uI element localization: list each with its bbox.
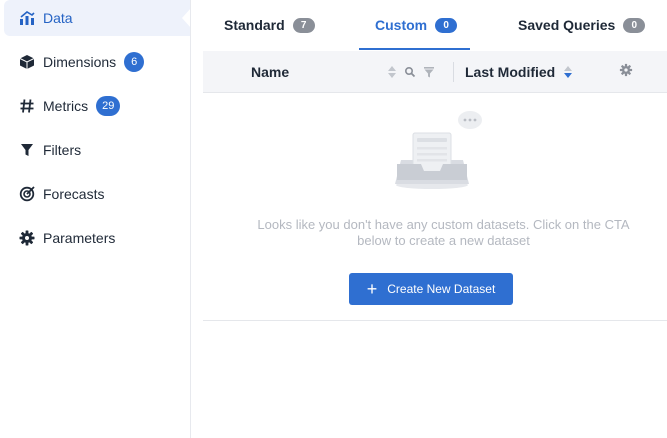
tab-label: Custom	[375, 17, 428, 33]
sidebar-item-metrics[interactable]: Metrics 29	[4, 88, 190, 124]
sidebar-item-label: Dimensions	[43, 54, 117, 70]
tab-standard[interactable]: Standard 7	[224, 0, 315, 50]
gear-icon	[19, 230, 35, 246]
search-icon[interactable]	[402, 64, 418, 80]
sidebar-item-data[interactable]: Data	[4, 0, 190, 36]
hash-icon	[19, 98, 35, 114]
filter-icon[interactable]	[421, 64, 437, 80]
create-new-dataset-button[interactable]: + Create New Dataset	[349, 273, 513, 305]
count-badge: 29	[96, 96, 121, 116]
sidebar-item-filters[interactable]: Filters	[4, 132, 190, 168]
filter-icon	[19, 142, 35, 158]
table-header: Name Last Modified	[203, 51, 667, 93]
sidebar-item-dimensions[interactable]: Dimensions 6	[4, 44, 190, 80]
create-new-dataset-label: Create New Dataset	[387, 282, 496, 296]
count-badge: 6	[124, 52, 145, 72]
column-header-last-modified[interactable]: Last Modified	[465, 51, 555, 93]
cube-icon	[19, 54, 35, 70]
sort-icon[interactable]	[384, 64, 400, 80]
tab-bar: Standard 7 Custom 0 Saved Queries 0	[191, 0, 667, 50]
sidebar-item-label: Filters	[43, 142, 82, 158]
column-header-name[interactable]: Name	[251, 51, 289, 93]
tab-label: Saved Queries	[518, 17, 616, 33]
gear-icon[interactable]	[618, 62, 634, 78]
chart-icon	[19, 10, 35, 26]
sort-icon[interactable]	[560, 64, 576, 80]
sidebar-item-forecasts[interactable]: Forecasts	[4, 176, 190, 212]
empty-state: Looks like you don't have any custom dat…	[203, 94, 667, 321]
sidebar-item-label: Parameters	[43, 230, 116, 246]
sidebar-item-label: Data	[43, 10, 73, 26]
sidebar-item-label: Forecasts	[43, 186, 105, 202]
empty-state-message: Looks like you don't have any custom dat…	[257, 217, 630, 248]
tab-count-badge: 0	[435, 17, 458, 33]
plus-icon: +	[366, 279, 378, 299]
active-tab-indicator	[359, 48, 470, 50]
sidebar-item-parameters[interactable]: Parameters	[4, 220, 190, 256]
target-icon	[19, 186, 35, 202]
tab-saved-queries[interactable]: Saved Queries 0	[518, 0, 646, 50]
tab-custom[interactable]: Custom 0	[375, 0, 458, 50]
empty-inbox-illustration	[395, 111, 482, 189]
sidebar: Data Dimensions 6 Metrics 29 Filters For…	[0, 0, 190, 438]
tab-count-badge: 7	[292, 17, 315, 33]
column-divider	[453, 62, 454, 82]
sidebar-item-label: Metrics	[43, 98, 89, 114]
tab-count-badge: 0	[623, 17, 646, 33]
dataset-panel: Standard 7 Custom 0 Saved Queries 0 Name…	[190, 0, 667, 438]
tab-label: Standard	[224, 17, 285, 33]
